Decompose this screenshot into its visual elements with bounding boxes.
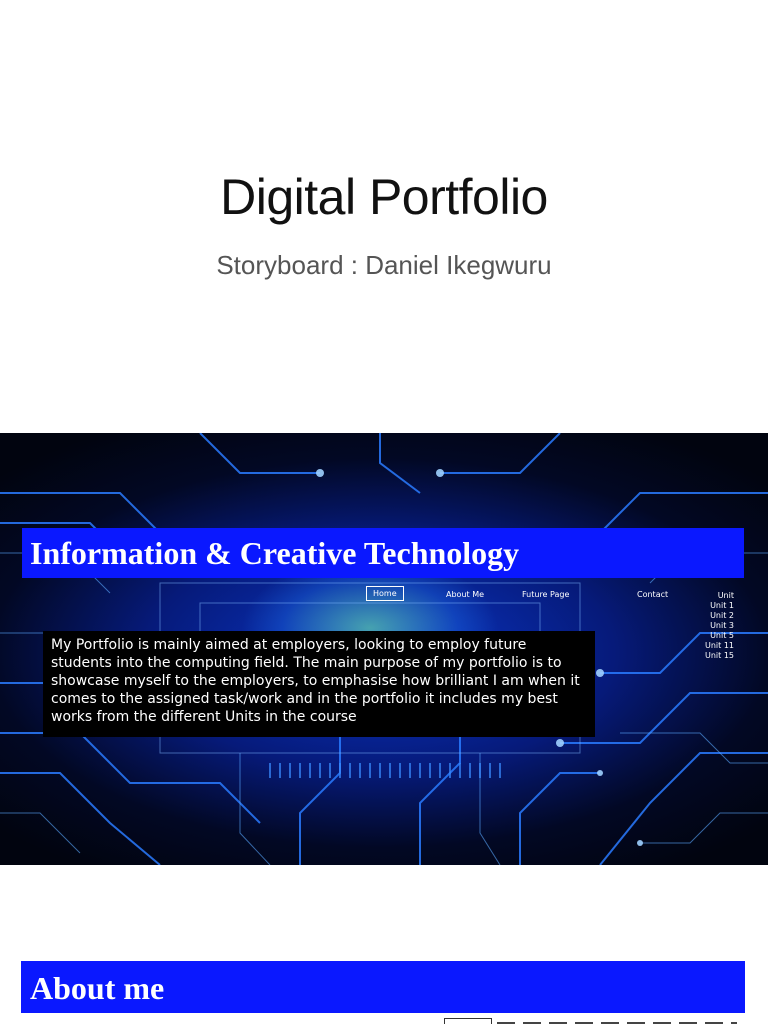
nav-unit-11[interactable]: Unit 11 xyxy=(700,641,734,651)
website-mockup: Information & Creative Technology Home A… xyxy=(0,433,768,865)
about-me-header: About me xyxy=(21,961,745,1013)
slide-title: Digital Portfolio xyxy=(220,169,548,225)
nav-unit-1[interactable]: Unit 1 xyxy=(700,601,734,611)
nav-unit-link[interactable]: Unit xyxy=(700,591,734,601)
intro-text: My Portfolio is mainly aimed at employer… xyxy=(51,637,580,725)
nav-future-page-link[interactable]: Future Page xyxy=(522,590,569,599)
nav-unit-15[interactable]: Unit 15 xyxy=(700,651,734,661)
site-header: Information & Creative Technology xyxy=(22,528,744,578)
nav-unit-3[interactable]: Unit 3 xyxy=(700,621,734,631)
nav-home-link[interactable]: Home xyxy=(366,586,404,601)
nav-contact-link[interactable]: Contact xyxy=(637,590,668,599)
nav-unit-2[interactable]: Unit 2 xyxy=(700,611,734,621)
nav-box-partial xyxy=(444,1018,492,1024)
nav-unit-5[interactable]: Unit 5 xyxy=(700,631,734,641)
nav-about-me-link[interactable]: About Me xyxy=(446,590,484,599)
about-me-title: About me xyxy=(30,970,165,1006)
intro-panel: My Portfolio is mainly aimed at employer… xyxy=(43,631,595,737)
unit-dropdown: Unit Unit 1 Unit 2 Unit 3 Unit 5 Unit 11… xyxy=(700,591,734,661)
site-header-title: Information & Creative Technology xyxy=(30,535,520,571)
slide-subtitle: Storyboard : Daniel Ikegwuru xyxy=(216,250,552,280)
